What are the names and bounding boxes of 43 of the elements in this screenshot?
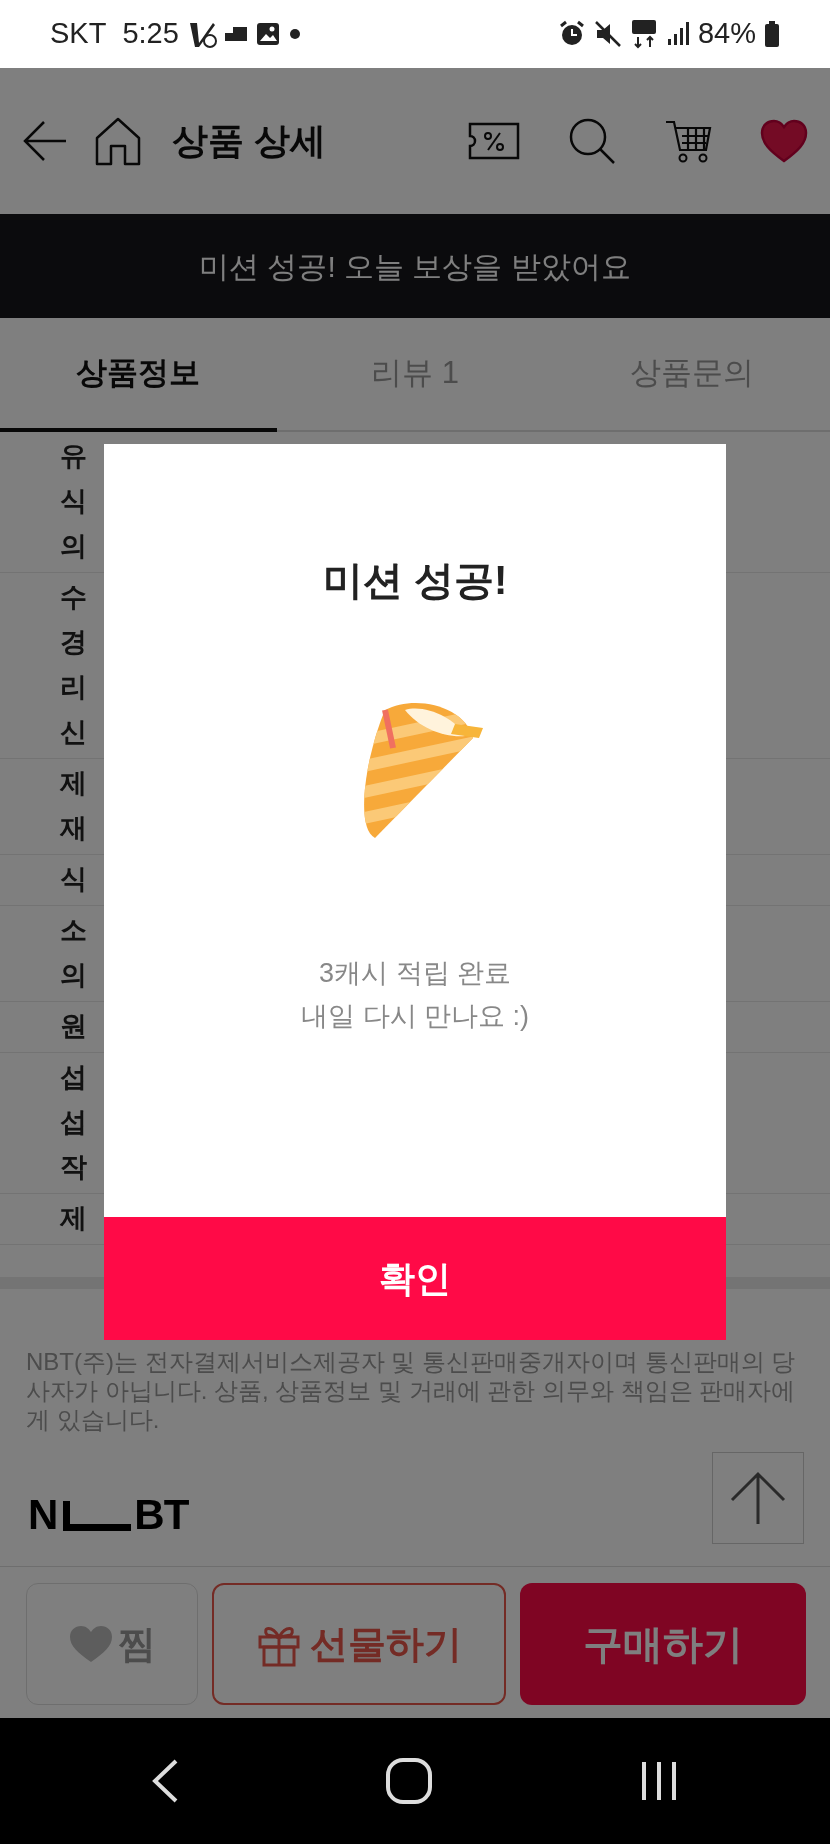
info-label: 원 [60,1010,87,1043]
info-label: 식 [60,863,87,896]
heart-icon[interactable] [760,119,808,163]
mute-icon [593,20,622,48]
search-icon[interactable] [568,117,616,165]
gift-button[interactable]: 선물하기 [212,1583,506,1705]
signal-icon [665,21,690,47]
scroll-top-button[interactable] [712,1452,804,1544]
alarm-icon [557,20,586,48]
info-label: 경 [60,626,87,659]
battery-icon [764,20,780,48]
dialog-title: 미션 성공! [322,557,508,604]
battery-label: 84% [697,16,756,52]
info-label: 제 [60,767,87,800]
info-label: 수 [60,581,87,614]
carrier-label: SKT [50,16,107,52]
info-label: 섭 [60,1061,87,1094]
dialog-message: 내일 다시 만나요 :) [301,1000,529,1033]
cart-icon[interactable] [664,118,712,164]
arrow-up-icon [728,1470,788,1526]
info-label: 재 [60,812,87,845]
brand-logo: N BT [28,1494,189,1536]
info-label: 리 [60,671,87,704]
image-icon [254,21,281,47]
info-label: 신 [60,716,87,749]
info-label: 제 [60,1202,87,1235]
signal-steps-icon [224,27,247,41]
info-label: 유 [60,440,87,473]
buy-button[interactable]: 구매하기 [520,1583,806,1705]
info-label: 작 [60,1151,87,1184]
coupon-icon[interactable] [468,122,520,160]
info-label: 소 [60,914,87,947]
banner-text: 미션 성공! 오늘 보상을 받았어요 [199,248,631,285]
page-title: 상품 상세 [172,119,326,163]
dialog-message: 3캐시 적립 완료 [318,957,512,990]
info-label: 식 [60,485,87,518]
tab[interactable]: 상품정보 [0,318,277,432]
info-label: 의 [60,530,87,563]
dot-icon [288,28,301,40]
confirm-button[interactable]: 확인 [104,1217,726,1340]
time-label: 5:25 [122,16,179,52]
info-label: 섭 [60,1106,87,1139]
info-label: 의 [60,959,87,992]
